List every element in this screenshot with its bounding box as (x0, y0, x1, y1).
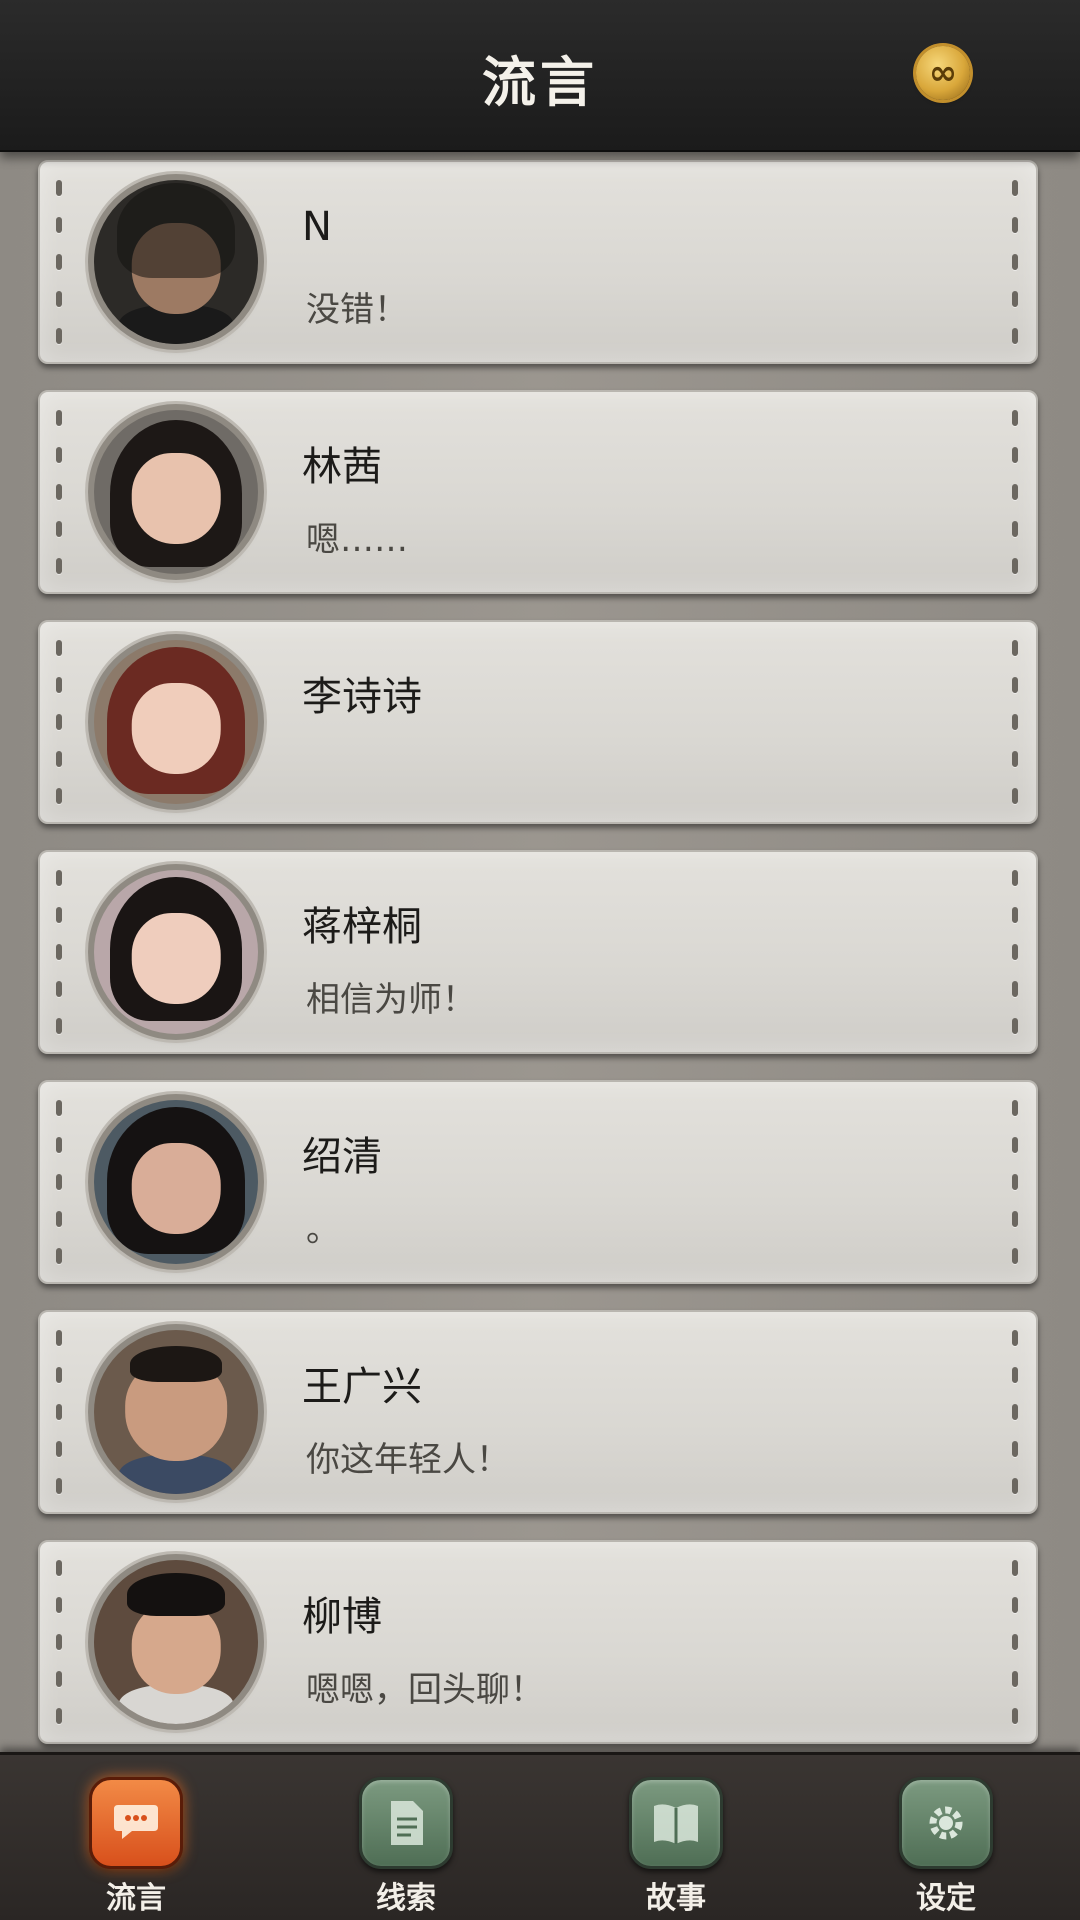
contact-card-jiangzitong[interactable]: 蒋梓桐 相信为师！ (38, 850, 1038, 1054)
contact-name: 李诗诗 (302, 674, 422, 720)
contact-card-wangguangxing[interactable]: 王广兴 你这年轻人！ (38, 1310, 1038, 1514)
coin-glyph: ∞ (928, 53, 958, 93)
avatar (94, 870, 258, 1034)
book-icon (629, 1777, 723, 1869)
stitch-decoration (56, 1560, 64, 1724)
tab-label: 设定 (916, 1881, 976, 1916)
contact-name: N (302, 204, 332, 250)
stitch-decoration (1012, 1100, 1020, 1264)
avatar (94, 410, 258, 574)
tab-label: 故事 (646, 1881, 706, 1916)
stitch-decoration (56, 870, 64, 1034)
contact-card-liubo[interactable]: 柳博 嗯嗯，回头聊！ (38, 1540, 1038, 1744)
stitch-decoration (1012, 640, 1020, 804)
stitch-decoration (56, 1100, 64, 1264)
avatar (94, 1560, 258, 1724)
top-bar: 流言 ∞ (0, 0, 1080, 152)
document-icon (359, 1777, 453, 1869)
stitch-decoration (56, 410, 64, 574)
last-message: 。 (306, 1210, 340, 1250)
stitch-decoration (56, 1330, 64, 1494)
contact-card-lishishi[interactable]: 李诗诗 (38, 620, 1038, 824)
contact-name: 柳博 (302, 1594, 382, 1640)
rumor-list: N 没错！ 林茜 嗯…… 李诗诗 蒋梓桐 相信为师！ 绍清 。 王广兴 你这年轻… (0, 150, 1080, 1750)
avatar (94, 1330, 258, 1494)
contact-name: 蒋梓桐 (302, 904, 422, 950)
avatar (94, 180, 258, 344)
stitch-decoration (56, 640, 64, 804)
tab-story[interactable]: 故事 (596, 1777, 756, 1917)
tab-rumors[interactable]: 流言 (56, 1777, 216, 1917)
tab-settings[interactable]: 设定 (866, 1777, 1026, 1917)
last-message: 相信为师！ (306, 980, 476, 1020)
contact-card-shaoqing[interactable]: 绍清 。 (38, 1080, 1038, 1284)
last-message: 嗯嗯，回头聊！ (306, 1670, 544, 1710)
stitch-decoration (1012, 180, 1020, 344)
last-message: 没错！ (306, 290, 408, 330)
stitch-decoration (56, 180, 64, 344)
avatar (94, 1100, 258, 1264)
chat-bubble-icon (89, 1777, 183, 1869)
tab-label: 流言 (106, 1881, 166, 1916)
stitch-decoration (1012, 410, 1020, 574)
contact-card-n[interactable]: N 没错！ (38, 160, 1038, 364)
stitch-decoration (1012, 870, 1020, 1034)
contact-name: 王广兴 (302, 1364, 422, 1410)
infinity-coin-icon[interactable]: ∞ (916, 46, 970, 100)
contact-name: 绍清 (302, 1134, 382, 1180)
contact-card-linxi[interactable]: 林茜 嗯…… (38, 390, 1038, 594)
last-message: 嗯…… (306, 520, 408, 560)
last-message: 你这年轻人！ (306, 1440, 510, 1480)
tab-clues[interactable]: 线索 (326, 1777, 486, 1917)
contact-name: 林茜 (302, 444, 382, 490)
bottom-nav: 流言 线索 故事 设定 (0, 1752, 1080, 1920)
stitch-decoration (1012, 1330, 1020, 1494)
tab-label: 线索 (376, 1881, 436, 1916)
gear-icon (899, 1777, 993, 1869)
avatar (94, 640, 258, 804)
stitch-decoration (1012, 1560, 1020, 1724)
